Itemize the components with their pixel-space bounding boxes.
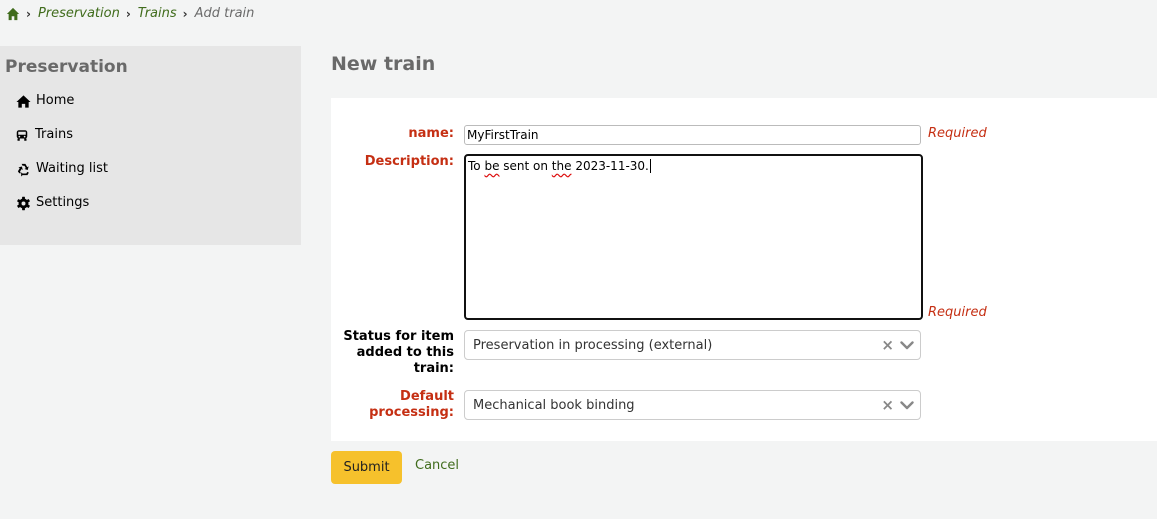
gear-icon xyxy=(17,196,30,211)
status-select[interactable]: Preservation in processing (external) × xyxy=(464,330,921,360)
breadcrumb: › Preservation › Trains › Add train xyxy=(6,6,254,21)
name-label: name: xyxy=(408,126,454,141)
sidebar: Preservation Home Trains Waiting list Se… xyxy=(0,46,301,245)
name-input[interactable]: MyFirstTrain xyxy=(464,125,921,145)
submit-button[interactable]: Submit xyxy=(331,451,402,484)
status-label-line: train: xyxy=(413,361,454,376)
default-processing-label: Default processing: xyxy=(369,389,454,421)
default-processing-label-line: processing: xyxy=(369,405,454,420)
description-misspelled-word: be xyxy=(484,159,500,173)
status-label: Status for item added to this train: xyxy=(343,329,454,377)
status-select-value: Preservation in processing (external) xyxy=(473,337,713,353)
sidebar-title: Preservation xyxy=(5,57,128,77)
sidebar-item-waiting-list[interactable]: Waiting list xyxy=(16,160,108,194)
description-label: Description: xyxy=(364,154,454,169)
default-processing-select[interactable]: Mechanical book binding × xyxy=(464,390,921,420)
sidebar-item-label: Trains xyxy=(35,127,73,142)
train-icon xyxy=(16,130,28,141)
sidebar-item-label: Home xyxy=(36,93,75,108)
default-processing-select-value: Mechanical book binding xyxy=(473,397,635,413)
description-text: To xyxy=(468,159,485,173)
name-required-hint: Required xyxy=(928,126,987,141)
chevron-down-icon[interactable] xyxy=(900,338,914,352)
description-required-hint: Required xyxy=(928,305,987,320)
clear-icon[interactable]: × xyxy=(881,398,894,413)
status-label-line: Status for item xyxy=(343,329,454,344)
home-icon xyxy=(16,95,31,108)
status-label-line: added to this xyxy=(356,345,454,360)
recycle-icon xyxy=(17,163,29,177)
sidebar-item-label: Settings xyxy=(36,195,90,210)
sidebar-item-settings[interactable]: Settings xyxy=(16,194,108,228)
breadcrumb-add-train: Add train xyxy=(194,6,255,21)
sidebar-item-home[interactable]: Home xyxy=(16,92,108,126)
page-title: New train xyxy=(331,53,436,75)
default-processing-label-line: Default xyxy=(400,389,454,404)
breadcrumb-trains[interactable]: Trains xyxy=(138,6,177,21)
sidebar-item-trains[interactable]: Trains xyxy=(16,126,108,160)
home-icon[interactable] xyxy=(6,7,20,21)
description-text: 2023-11-30. xyxy=(571,159,649,173)
new-train-form: name: MyFirstTrain Required Description:… xyxy=(331,98,1157,441)
breadcrumb-preservation[interactable]: Preservation xyxy=(38,6,120,21)
breadcrumb-separator: › xyxy=(26,6,31,21)
description-misspelled-word: the xyxy=(551,159,572,173)
text-caret xyxy=(649,159,651,173)
breadcrumb-separator: › xyxy=(125,6,131,21)
sidebar-item-label: Waiting list xyxy=(36,161,109,176)
breadcrumb-separator: › xyxy=(182,6,188,21)
clear-icon[interactable]: × xyxy=(881,338,894,353)
sidebar-menu: Home Trains Waiting list Settings xyxy=(16,92,108,228)
description-textarea[interactable]: To be sent on the 2023-11-30. xyxy=(464,154,923,320)
chevron-down-icon[interactable] xyxy=(900,398,914,412)
cancel-link[interactable]: Cancel xyxy=(415,458,459,473)
description-text: sent on xyxy=(499,159,552,173)
